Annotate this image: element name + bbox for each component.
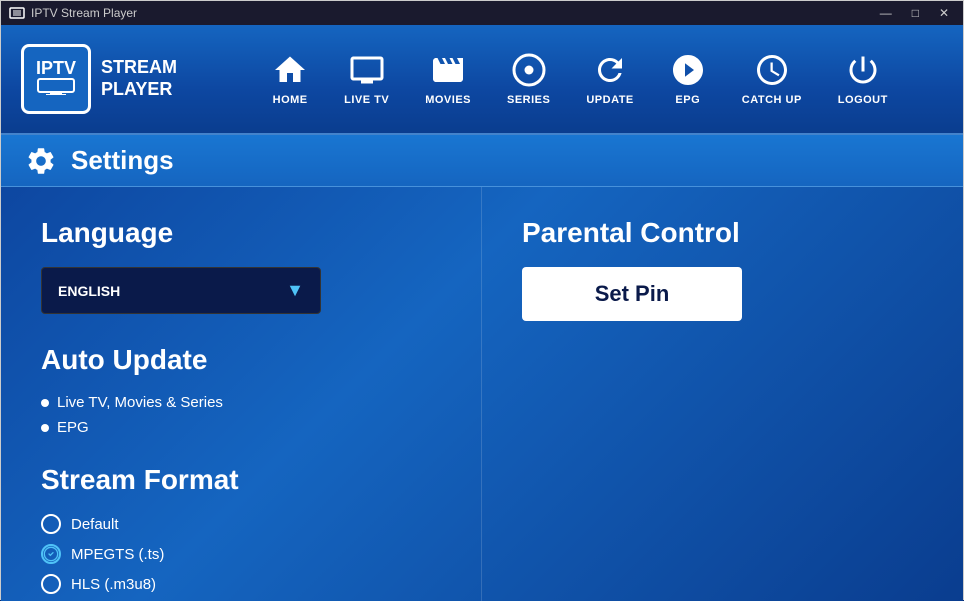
nav-label-home: HOME <box>273 94 308 106</box>
close-button[interactable]: ✕ <box>933 4 955 22</box>
nav-label-epg: EPG <box>675 94 700 106</box>
titlebar-controls: — □ ✕ <box>874 4 955 22</box>
auto-update-title: Auto Update <box>41 344 441 376</box>
refresh-icon <box>592 52 628 88</box>
language-section: Language ENGLISH ▼ <box>41 217 441 314</box>
auto-update-item-1: EPG <box>41 419 441 436</box>
parental-control-title: Parental Control <box>522 217 923 249</box>
radio-mpegts-icon <box>41 544 61 564</box>
titlebar-left: IPTV Stream Player <box>9 5 137 21</box>
language-title: Language <box>41 217 441 249</box>
settings-gear-icon <box>25 145 57 177</box>
auto-update-item-0: Live TV, Movies & Series <box>41 394 441 411</box>
stream-format-section: Stream Format Default MPEGTS (.ts) <box>41 464 441 594</box>
titlebar-title: IPTV Stream Player <box>31 6 137 20</box>
left-panel: Language ENGLISH ▼ Auto Update Live TV, … <box>1 187 482 601</box>
stream-format-label-default: Default <box>71 516 119 533</box>
nav-label-series: SERIES <box>507 94 550 106</box>
bullet-icon-1 <box>41 424 49 432</box>
settings-title: Settings <box>71 145 174 176</box>
film-icon <box>430 52 466 88</box>
nav: HOME LIVE TV MOVIES SERIES <box>217 44 943 114</box>
header: IPTV STREAM PLAYER HOME L <box>1 25 963 135</box>
app-icon <box>9 5 25 21</box>
nav-item-epg[interactable]: EPG <box>652 44 724 114</box>
dropdown-arrow-icon: ▼ <box>286 280 304 301</box>
nav-item-live-tv[interactable]: LIVE TV <box>326 44 407 114</box>
language-selected: ENGLISH <box>58 283 120 299</box>
tv-icon <box>349 52 385 88</box>
logo-box: IPTV <box>21 44 91 114</box>
stream-format-label-hls: HLS (.m3u8) <box>71 576 156 593</box>
nav-label-live-tv: LIVE TV <box>344 94 389 106</box>
nav-label-logout: LOGOUT <box>838 94 888 106</box>
home-icon <box>272 52 308 88</box>
titlebar: IPTV Stream Player — □ ✕ <box>1 1 963 25</box>
nav-item-home[interactable]: HOME <box>254 44 326 114</box>
minimize-button[interactable]: — <box>874 4 898 22</box>
auto-update-label-0: Live TV, Movies & Series <box>57 394 223 411</box>
book-icon <box>670 52 706 88</box>
language-dropdown[interactable]: ENGLISH ▼ <box>41 267 321 314</box>
stream-format-option-mpegts[interactable]: MPEGTS (.ts) <box>41 544 441 564</box>
stream-format-title: Stream Format <box>41 464 441 496</box>
logo: IPTV STREAM PLAYER <box>21 44 177 114</box>
clock-icon <box>754 52 790 88</box>
nav-item-series[interactable]: SERIES <box>489 44 568 114</box>
checkmark-icon <box>43 546 59 562</box>
auto-update-section: Auto Update Live TV, Movies & Series EPG <box>41 344 441 436</box>
nav-label-catch-up: CATCH UP <box>742 94 802 106</box>
stream-format-option-default[interactable]: Default <box>41 514 441 534</box>
nav-item-logout[interactable]: LOGOUT <box>820 44 906 114</box>
right-panel: Parental Control Set Pin <box>482 187 963 601</box>
logo-text: STREAM PLAYER <box>101 57 177 100</box>
set-pin-button[interactable]: Set Pin <box>522 267 742 321</box>
logo-tv-icon <box>36 77 76 95</box>
bullet-icon-0 <box>41 399 49 407</box>
maximize-button[interactable]: □ <box>906 4 925 22</box>
stream-format-option-hls[interactable]: HLS (.m3u8) <box>41 574 441 594</box>
main-content: Language ENGLISH ▼ Auto Update Live TV, … <box>1 187 963 601</box>
grid-icon <box>511 52 547 88</box>
nav-item-movies[interactable]: MOVIES <box>407 44 489 114</box>
stream-format-label-mpegts: MPEGTS (.ts) <box>71 546 164 563</box>
radio-default-icon <box>41 514 61 534</box>
power-icon <box>845 52 881 88</box>
nav-item-update[interactable]: UPDATE <box>568 44 651 114</box>
nav-label-update: UPDATE <box>586 94 633 106</box>
settings-bar: Settings <box>1 135 963 187</box>
auto-update-label-1: EPG <box>57 419 89 436</box>
logo-iptv-text: IPTV <box>36 59 76 77</box>
nav-item-catch-up[interactable]: CATCH UP <box>724 44 820 114</box>
nav-label-movies: MOVIES <box>425 94 471 106</box>
radio-hls-icon <box>41 574 61 594</box>
